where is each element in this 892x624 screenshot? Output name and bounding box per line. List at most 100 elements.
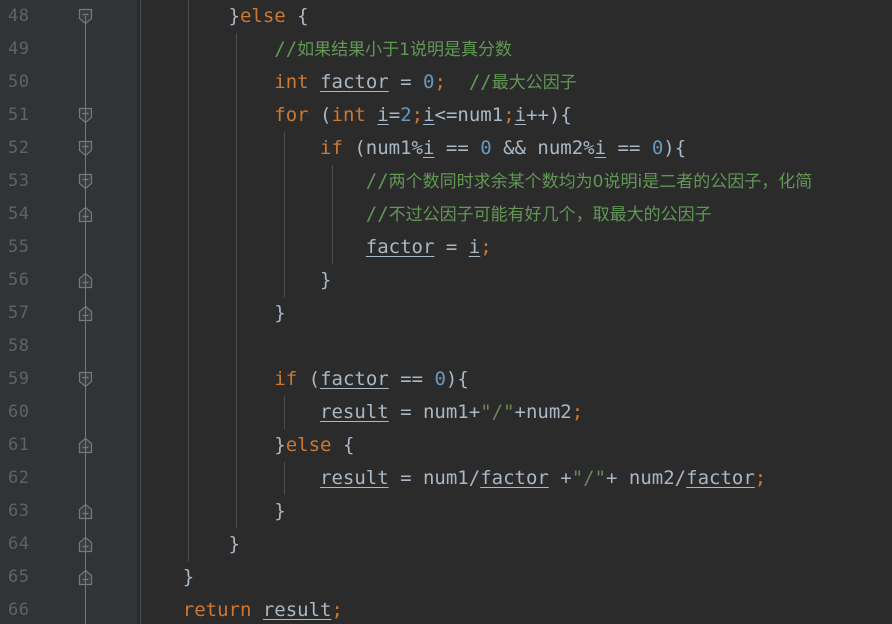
code-folding-column[interactable]	[70, 0, 110, 624]
code-token: 0	[651, 137, 664, 159]
code-token: else	[239, 5, 286, 27]
code-token: ==	[434, 137, 481, 159]
code-line[interactable]: if (num1%i == 0 && num2%i == 0){	[137, 132, 686, 165]
code-line[interactable]: //两个数同时求余某个数均为0说明i是二者的公因子，化简	[137, 165, 812, 198]
code-token: for	[274, 104, 309, 126]
code-token: int	[274, 71, 309, 93]
code-token: 如果结果小于1说明是真分数	[297, 40, 512, 60]
code-token: ==	[388, 368, 435, 390]
code-token: ;	[571, 401, 584, 423]
code-line[interactable]: return result;	[137, 594, 343, 624]
fold-rail	[85, 16, 86, 585]
code-token: i	[594, 137, 607, 159]
fold-rail-tail	[85, 585, 86, 624]
code-line[interactable]: }	[137, 297, 286, 330]
code-token: {	[331, 434, 355, 456]
line-number: 51	[8, 105, 30, 125]
code-line[interactable]: //不过公因子可能有好几个，取最大的公因子	[137, 198, 712, 231]
code-token: ;	[503, 104, 515, 126]
code-token: {	[285, 5, 309, 27]
code-line[interactable]: factor = i;	[137, 231, 492, 264]
code-token: i	[377, 104, 389, 126]
line-number: 57	[8, 303, 30, 323]
code-token: factor	[480, 467, 549, 489]
code-token: }	[320, 269, 332, 291]
code-token: ++){	[526, 104, 572, 126]
code-token: int	[331, 104, 366, 126]
code-line[interactable]: }	[137, 264, 331, 297]
code-line[interactable]: int factor = 0; //最大公因子	[137, 66, 576, 99]
code-token: =	[434, 236, 469, 258]
code-line[interactable]: for (int i=2;i<=num1;i++){	[137, 99, 572, 132]
code-token: "/"	[571, 467, 607, 489]
code-line[interactable]: }	[137, 561, 194, 594]
indent-guide	[236, 330, 237, 363]
code-token: factor	[686, 467, 755, 489]
code-token: //	[274, 38, 298, 60]
line-number: 56	[8, 270, 30, 290]
code-token: ;	[331, 599, 343, 621]
code-line[interactable]: }else {	[137, 429, 354, 462]
line-number: 59	[8, 369, 30, 389]
code-token: i	[468, 236, 481, 258]
code-line[interactable]: //如果结果小于1说明是真分数	[137, 33, 512, 66]
code-line[interactable]: }	[137, 495, 286, 528]
line-number: 63	[8, 501, 30, 521]
code-line[interactable]: if (factor == 0){	[137, 363, 469, 396]
code-token: factor	[320, 368, 389, 390]
code-token: ;	[434, 71, 446, 93]
line-number: 62	[8, 468, 30, 488]
code-token: //	[468, 71, 492, 93]
code-content-area[interactable]: }else { //如果结果小于1说明是真分数 int factor = 0; …	[137, 0, 892, 624]
code-token: 2	[400, 104, 412, 126]
line-number: 66	[8, 600, 30, 620]
code-token: = num1+	[388, 401, 481, 423]
code-token: }	[274, 500, 286, 522]
code-token: else	[285, 434, 332, 456]
code-token: }	[274, 434, 286, 456]
code-token: "/"	[480, 401, 515, 423]
code-token: //	[365, 170, 389, 192]
code-line[interactable]: result = num1/factor +"/"+ num2/factor;	[137, 462, 766, 495]
code-token: if	[320, 137, 343, 159]
code-token: ){	[445, 368, 469, 390]
code-token: }	[274, 302, 286, 324]
line-number: 55	[8, 237, 30, 257]
code-token: 两个数同时求余某个数均为0说明i是二者的公因子，化简	[388, 172, 813, 192]
editor-gutter[interactable]: 48 49 50 51 52 53 54 55 56 57 58 59 60 61 62 63 64 65 66	[0, 0, 137, 624]
code-token: 0	[480, 137, 492, 159]
line-number: 50	[8, 72, 30, 92]
line-number: 49	[8, 39, 30, 59]
line-number: 64	[8, 534, 30, 554]
code-token: return	[182, 599, 252, 621]
code-token: result	[320, 401, 389, 423]
code-token: +	[548, 467, 572, 489]
line-number: 52	[8, 138, 30, 158]
code-token: factor	[365, 236, 435, 258]
code-token: ;	[411, 104, 424, 126]
code-token: + num2/	[606, 467, 687, 489]
indent-guide	[140, 330, 141, 363]
code-editor[interactable]: 48 49 50 51 52 53 54 55 56 57 58 59 60 61 62 63 64 65 66 }…	[0, 0, 892, 624]
code-line[interactable]: result = num1+"/"+num2;	[137, 396, 583, 429]
code-line[interactable]: }	[137, 528, 240, 561]
code-line[interactable]: }else {	[137, 0, 309, 33]
code-token: (	[308, 104, 332, 126]
code-token: i	[423, 104, 435, 126]
